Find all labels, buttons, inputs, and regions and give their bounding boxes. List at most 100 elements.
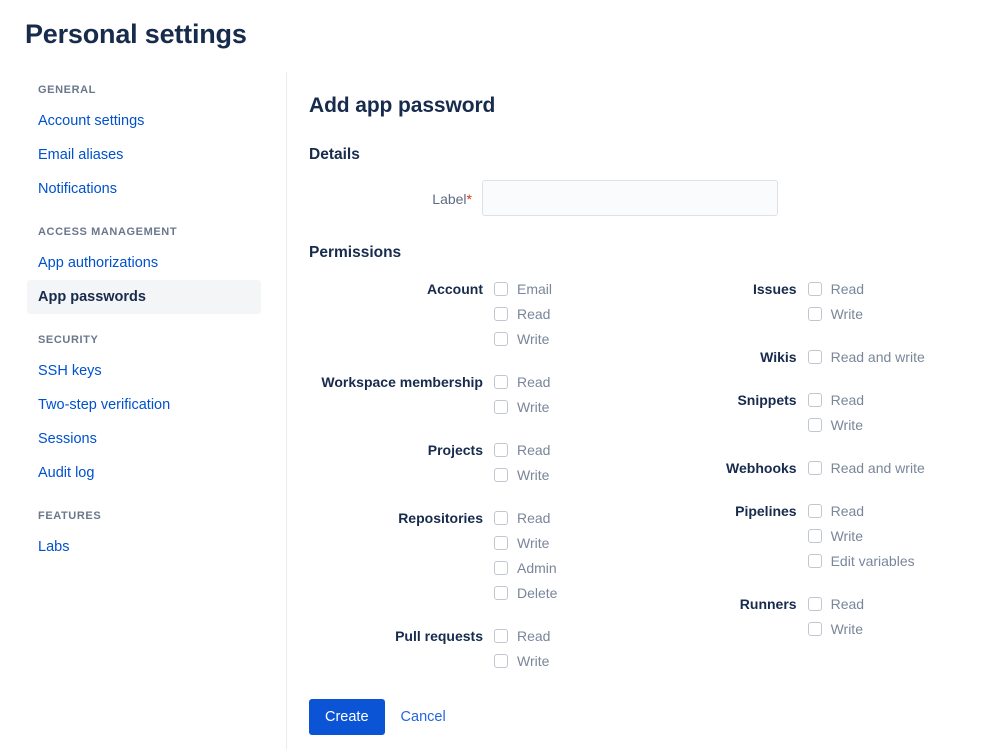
permission-option-label: Delete [517, 583, 557, 603]
permission-option-label: Write [517, 465, 549, 485]
permission-options: Read and write [808, 455, 925, 480]
permission-checkbox-row[interactable]: Read [494, 437, 550, 462]
checkbox-icon[interactable] [808, 529, 822, 543]
permission-group-label: Wikis [690, 344, 808, 367]
permission-checkbox-row[interactable]: Write [808, 616, 864, 641]
checkbox-icon[interactable] [494, 511, 508, 525]
permission-checkbox-row[interactable]: Write [808, 412, 864, 437]
permission-option-label: Write [517, 533, 549, 553]
permission-option-label: Read [517, 304, 550, 324]
checkbox-icon[interactable] [808, 554, 822, 568]
permission-checkbox-row[interactable]: Read [494, 369, 550, 394]
permission-checkbox-row[interactable]: Read and write [808, 344, 925, 369]
sidebar-item-ssh-keys[interactable]: SSH keys [27, 354, 261, 388]
permission-group: ProjectsReadWrite [309, 437, 690, 487]
permission-group: Workspace membershipRead Write [309, 369, 690, 419]
personal-settings-page: Personal settings GENERAL Account setting… [0, 0, 999, 750]
permission-option-label: Read and write [831, 458, 925, 478]
permission-option-label: Read [517, 440, 550, 460]
permission-group-label: Runners [690, 591, 808, 614]
checkbox-icon[interactable] [494, 586, 508, 600]
nav-section: SECURITY SSH keysTwo-step verificationSes… [27, 332, 261, 490]
permission-checkbox-row[interactable]: Admin [494, 555, 557, 580]
permission-option-label: Read [831, 501, 864, 521]
label-input[interactable] [482, 180, 778, 216]
permission-checkbox-row[interactable]: Email [494, 276, 552, 301]
checkbox-icon[interactable] [494, 468, 508, 482]
nav-section-title: SECURITY [27, 332, 261, 348]
permission-option-label: Write [831, 619, 863, 639]
permission-checkbox-row[interactable]: Write [808, 523, 915, 548]
permission-checkbox-row[interactable]: Read [808, 498, 915, 523]
permission-option-label: Read [831, 279, 864, 299]
permission-options: Read Write [494, 369, 550, 419]
cancel-link[interactable]: Cancel [401, 708, 446, 726]
checkbox-icon[interactable] [494, 307, 508, 321]
sidebar-item-notifications[interactable]: Notifications [27, 172, 261, 206]
permission-options: ReadWrite [808, 276, 864, 326]
permission-option-label: Write [517, 397, 549, 417]
permission-checkbox-row[interactable]: Read [494, 301, 552, 326]
permission-option-label: Write [517, 329, 549, 349]
sidebar-item-email-aliases[interactable]: Email aliases [27, 138, 261, 172]
checkbox-icon[interactable] [808, 504, 822, 518]
sidebar-item-account-settings[interactable]: Account settings [27, 104, 261, 138]
permission-options: Read Write [808, 591, 864, 641]
settings-sidebar: GENERAL Account settingsEmail aliasesNoti… [0, 72, 287, 750]
permission-group-label: Issues [690, 276, 808, 299]
checkbox-icon[interactable] [808, 418, 822, 432]
permission-checkbox-row[interactable]: Read [808, 591, 864, 616]
permission-option-label: Read [831, 594, 864, 614]
page-title: Personal settings [25, 15, 247, 53]
label-field-row: Label* [309, 180, 975, 216]
nav-section: FEATURESLabs [27, 508, 261, 564]
permission-option-label: Write [831, 526, 863, 546]
permission-checkbox-row[interactable]: Write [808, 301, 864, 326]
checkbox-icon[interactable] [494, 375, 508, 389]
permission-checkbox-row[interactable]: Edit variables [808, 548, 915, 573]
checkbox-icon[interactable] [808, 282, 822, 296]
permission-group-label: Repositories [309, 505, 494, 528]
checkbox-icon[interactable] [494, 282, 508, 296]
create-button[interactable]: Create [309, 699, 385, 735]
nav-section-title: GENERAL [27, 82, 261, 98]
checkbox-icon[interactable] [494, 443, 508, 457]
permission-checkbox-row[interactable]: Write [494, 462, 550, 487]
checkbox-icon[interactable] [494, 629, 508, 643]
checkbox-icon[interactable] [494, 654, 508, 668]
sidebar-item-audit-log[interactable]: Audit log [27, 456, 261, 490]
permission-group: RepositoriesRead WriteAdmin Delete [309, 505, 690, 605]
permission-options: Email Read Write [494, 276, 552, 351]
permission-checkbox-row[interactable]: Read [808, 387, 864, 412]
permission-checkbox-row[interactable]: Read [808, 276, 864, 301]
sidebar-item-app-authorizations[interactable]: App authorizations [27, 246, 261, 280]
sidebar-item-app-passwords[interactable]: App passwords [27, 280, 261, 314]
checkbox-icon[interactable] [808, 461, 822, 475]
permission-checkbox-row[interactable]: Write [494, 530, 557, 555]
checkbox-icon[interactable] [808, 350, 822, 364]
checkbox-icon[interactable] [808, 597, 822, 611]
checkbox-icon[interactable] [808, 622, 822, 636]
checkbox-icon[interactable] [494, 536, 508, 550]
permission-checkbox-row[interactable]: Write [494, 648, 550, 673]
permission-group: Wikis Read and write [690, 344, 975, 369]
permission-option-label: Read and write [831, 347, 925, 367]
permission-group-label: Workspace membership [309, 369, 494, 392]
checkbox-icon[interactable] [494, 400, 508, 414]
checkbox-icon[interactable] [494, 561, 508, 575]
permission-checkbox-row[interactable]: Write [494, 326, 552, 351]
nav-section-title: ACCESS MANAGEMENT [27, 224, 261, 240]
checkbox-icon[interactable] [494, 332, 508, 346]
permissions-section-heading: Permissions [309, 242, 975, 264]
checkbox-icon[interactable] [808, 393, 822, 407]
permission-group-label: Pipelines [690, 498, 808, 521]
permission-checkbox-row[interactable]: Read [494, 623, 550, 648]
permission-checkbox-row[interactable]: Read and write [808, 455, 925, 480]
sidebar-item-sessions[interactable]: Sessions [27, 422, 261, 456]
sidebar-item-two-step-verification[interactable]: Two-step verification [27, 388, 261, 422]
permission-checkbox-row[interactable]: Read [494, 505, 557, 530]
checkbox-icon[interactable] [808, 307, 822, 321]
sidebar-item-labs[interactable]: Labs [27, 530, 261, 564]
permission-checkbox-row[interactable]: Delete [494, 580, 557, 605]
permission-checkbox-row[interactable]: Write [494, 394, 550, 419]
